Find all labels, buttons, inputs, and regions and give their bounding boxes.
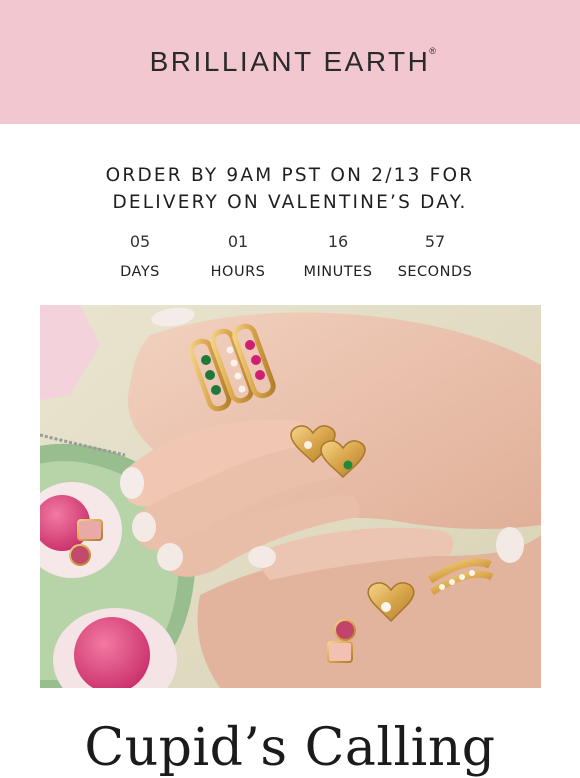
minutes-value: 16 xyxy=(327,232,349,251)
countdown-timer: 05 DAYS 01 HOURS 16 MINUTES 57 SECONDS xyxy=(0,232,580,292)
hours-value: 01 xyxy=(227,232,249,251)
countdown-days: 05 DAYS xyxy=(90,232,190,280)
seconds-value: 57 xyxy=(424,232,446,251)
countdown-seconds: 57 SECONDS xyxy=(385,232,485,280)
trademark-symbol: ® xyxy=(429,46,439,56)
minutes-label: MINUTES xyxy=(303,264,373,280)
delivery-promo: ORDER BY 9AM PST ON 2/13 FOR DELIVERY ON… xyxy=(0,162,580,216)
countdown-minutes: 16 MINUTES xyxy=(288,232,388,280)
promo-line-1: ORDER BY 9AM PST ON 2/13 FOR xyxy=(105,165,475,186)
headline: Cupid’s Calling xyxy=(84,718,496,778)
brand-logo[interactable]: BRILLIANT EARTH ® xyxy=(149,46,436,78)
seconds-label: SECONDS xyxy=(397,264,473,280)
header-banner: BRILLIANT EARTH ® xyxy=(0,0,580,124)
brand-name: BRILLIANT EARTH xyxy=(149,46,431,77)
hero-image[interactable] xyxy=(40,305,541,688)
days-label: DAYS xyxy=(120,264,160,280)
countdown-hours: 01 HOURS xyxy=(188,232,288,280)
hours-label: HOURS xyxy=(210,264,266,280)
days-value: 05 xyxy=(129,232,151,251)
promo-line-2: DELIVERY ON VALENTINE’S DAY. xyxy=(112,192,468,213)
